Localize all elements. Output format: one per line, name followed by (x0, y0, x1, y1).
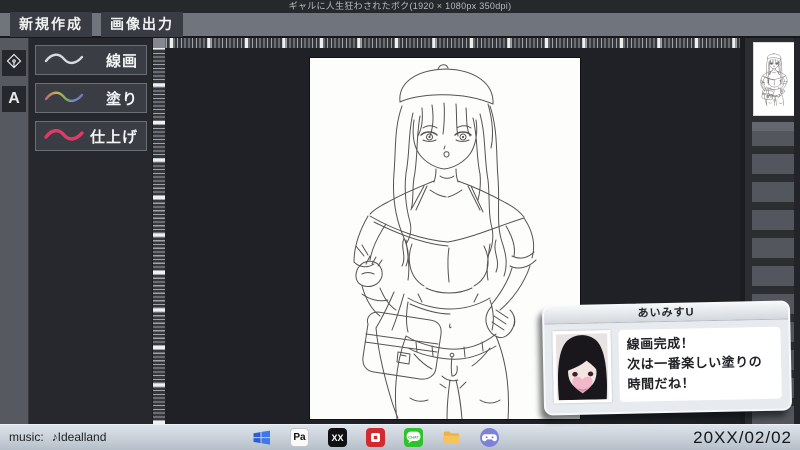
layer-thumbnail-art (754, 44, 794, 114)
layer-slot[interactable] (752, 266, 796, 286)
brush-finishing-label: 仕上げ (90, 126, 138, 147)
lineart-stroke-icon (44, 50, 84, 71)
avatar-girl-face (555, 333, 608, 400)
music-label: music: (9, 430, 44, 444)
brush-panel: 線画 塗り 仕上げ (28, 38, 152, 424)
dialog-line: 次は一番楽しい塗りの (627, 352, 773, 375)
ruler-corner (153, 38, 165, 48)
chat-app-label: CHAT (408, 434, 419, 439)
windows-logo-icon[interactable] (252, 428, 271, 447)
taskbar: music: ♪Idealland Pa XX (0, 424, 800, 450)
lineart-drawing (310, 58, 580, 419)
horizontal-ruler (165, 38, 740, 48)
brush-lineart[interactable]: 線画 (35, 45, 147, 75)
taskbar-icons: Pa XX CHAT (252, 428, 499, 447)
dialog-line: 時間だね！ (627, 372, 773, 395)
app-window: ギャルに人生狂わされたボク(1920 × 1080px 350dpi) 新規作成… (0, 0, 800, 450)
brush-lineart-label: 線画 (106, 50, 138, 71)
pen-tool-button[interactable] (2, 50, 26, 76)
music-track: ♪Idealland (52, 430, 107, 444)
paint-app-label: Pa (293, 432, 305, 443)
document-title: ギャルに人生狂わされたボク(1920 × 1080px 350dpi) (289, 1, 512, 11)
export-image-button[interactable]: 画像出力 (101, 12, 183, 37)
layer-slot[interactable] (752, 154, 796, 174)
paint-app-icon[interactable]: Pa (290, 428, 309, 447)
dialog-message: 線画完成！ 次は一番楽しい塗りの 時間だね！ (618, 327, 781, 402)
layer-slot[interactable] (752, 238, 796, 258)
chat-app-icon[interactable]: CHAT (404, 428, 423, 447)
tool-strip: A (0, 38, 28, 424)
layer-slot[interactable] (752, 210, 796, 230)
game-app-icon[interactable] (480, 428, 499, 447)
new-file-button[interactable]: 新規作成 (10, 12, 92, 37)
brush-finishing[interactable]: 仕上げ (35, 121, 147, 151)
speaker-avatar (552, 330, 611, 403)
dialog-body: 線画完成！ 次は一番楽しい塗りの 時間だね！ (544, 319, 790, 403)
video-app-icon[interactable] (366, 428, 385, 447)
pen-nib-icon (6, 53, 22, 74)
layer-slot[interactable] (752, 122, 796, 146)
date-display: 20XX/02/02 (693, 428, 792, 448)
layer-slot[interactable] (752, 182, 796, 202)
text-tool-label: A (8, 90, 20, 108)
vertical-ruler (153, 48, 165, 424)
drawing-canvas[interactable] (310, 58, 580, 419)
brush-coloring[interactable]: 塗り (35, 83, 147, 113)
pink-stroke-icon (44, 126, 84, 147)
xx-app-label: XX (331, 433, 343, 443)
character-dialog[interactable]: あいみすU 線画完成！ 次は一番楽しい塗りの 時間だね！ (542, 300, 792, 415)
layer-thumbnail[interactable] (753, 42, 795, 116)
folder-icon[interactable] (442, 428, 461, 447)
menu-bar: 新規作成 画像出力 (0, 13, 800, 38)
text-tool-button[interactable]: A (2, 86, 26, 112)
rainbow-stroke-icon (44, 88, 84, 109)
xx-app-icon[interactable]: XX (328, 428, 347, 447)
now-playing: music: ♪Idealland (9, 430, 106, 444)
brush-coloring-label: 塗り (106, 88, 138, 109)
